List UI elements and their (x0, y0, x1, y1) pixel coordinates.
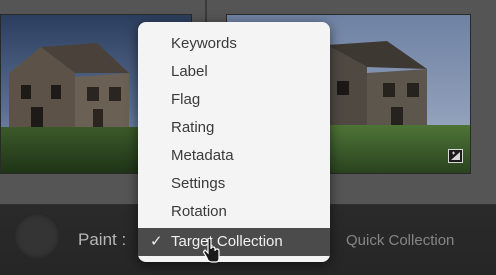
menu-item-label[interactable]: Label (138, 58, 330, 86)
menu-item-label: Rotation (171, 203, 227, 220)
edited-adjustment-badge-icon[interactable] (448, 149, 463, 163)
menu-item-label: Target Collection (171, 233, 283, 250)
painter-spray-can-icon[interactable] (14, 213, 60, 259)
quick-collection-label[interactable]: Quick Collection (346, 232, 454, 249)
menu-item-settings[interactable]: Settings (138, 170, 330, 198)
menu-item-keywords[interactable]: Keywords (138, 30, 330, 58)
menu-item-label: Label (171, 63, 208, 80)
menu-item-flag[interactable]: Flag (138, 86, 330, 114)
checkmark-icon: ✓ (150, 233, 163, 250)
menu-item-target-collection[interactable]: ✓ Target Collection (138, 228, 330, 256)
menu-item-label: Settings (171, 175, 226, 192)
menu-item-label: Keywords (171, 35, 237, 52)
menu-item-label: Flag (171, 91, 201, 108)
paint-label: Paint : (78, 230, 127, 249)
mouse-pointer-icon (203, 238, 221, 264)
menu-item-metadata[interactable]: Metadata (138, 142, 330, 170)
menu-item-rating[interactable]: Rating (138, 114, 330, 142)
menu-item-label: Metadata (171, 147, 234, 164)
paint-mode-menu: Keywords Label Flag Rating Metadata Sett… (138, 22, 330, 262)
lightroom-grid-view: Paint : Quick Collection Keywords Label … (0, 0, 496, 275)
menu-item-rotation[interactable]: Rotation (138, 198, 330, 226)
menu-item-label: Rating (171, 119, 215, 136)
